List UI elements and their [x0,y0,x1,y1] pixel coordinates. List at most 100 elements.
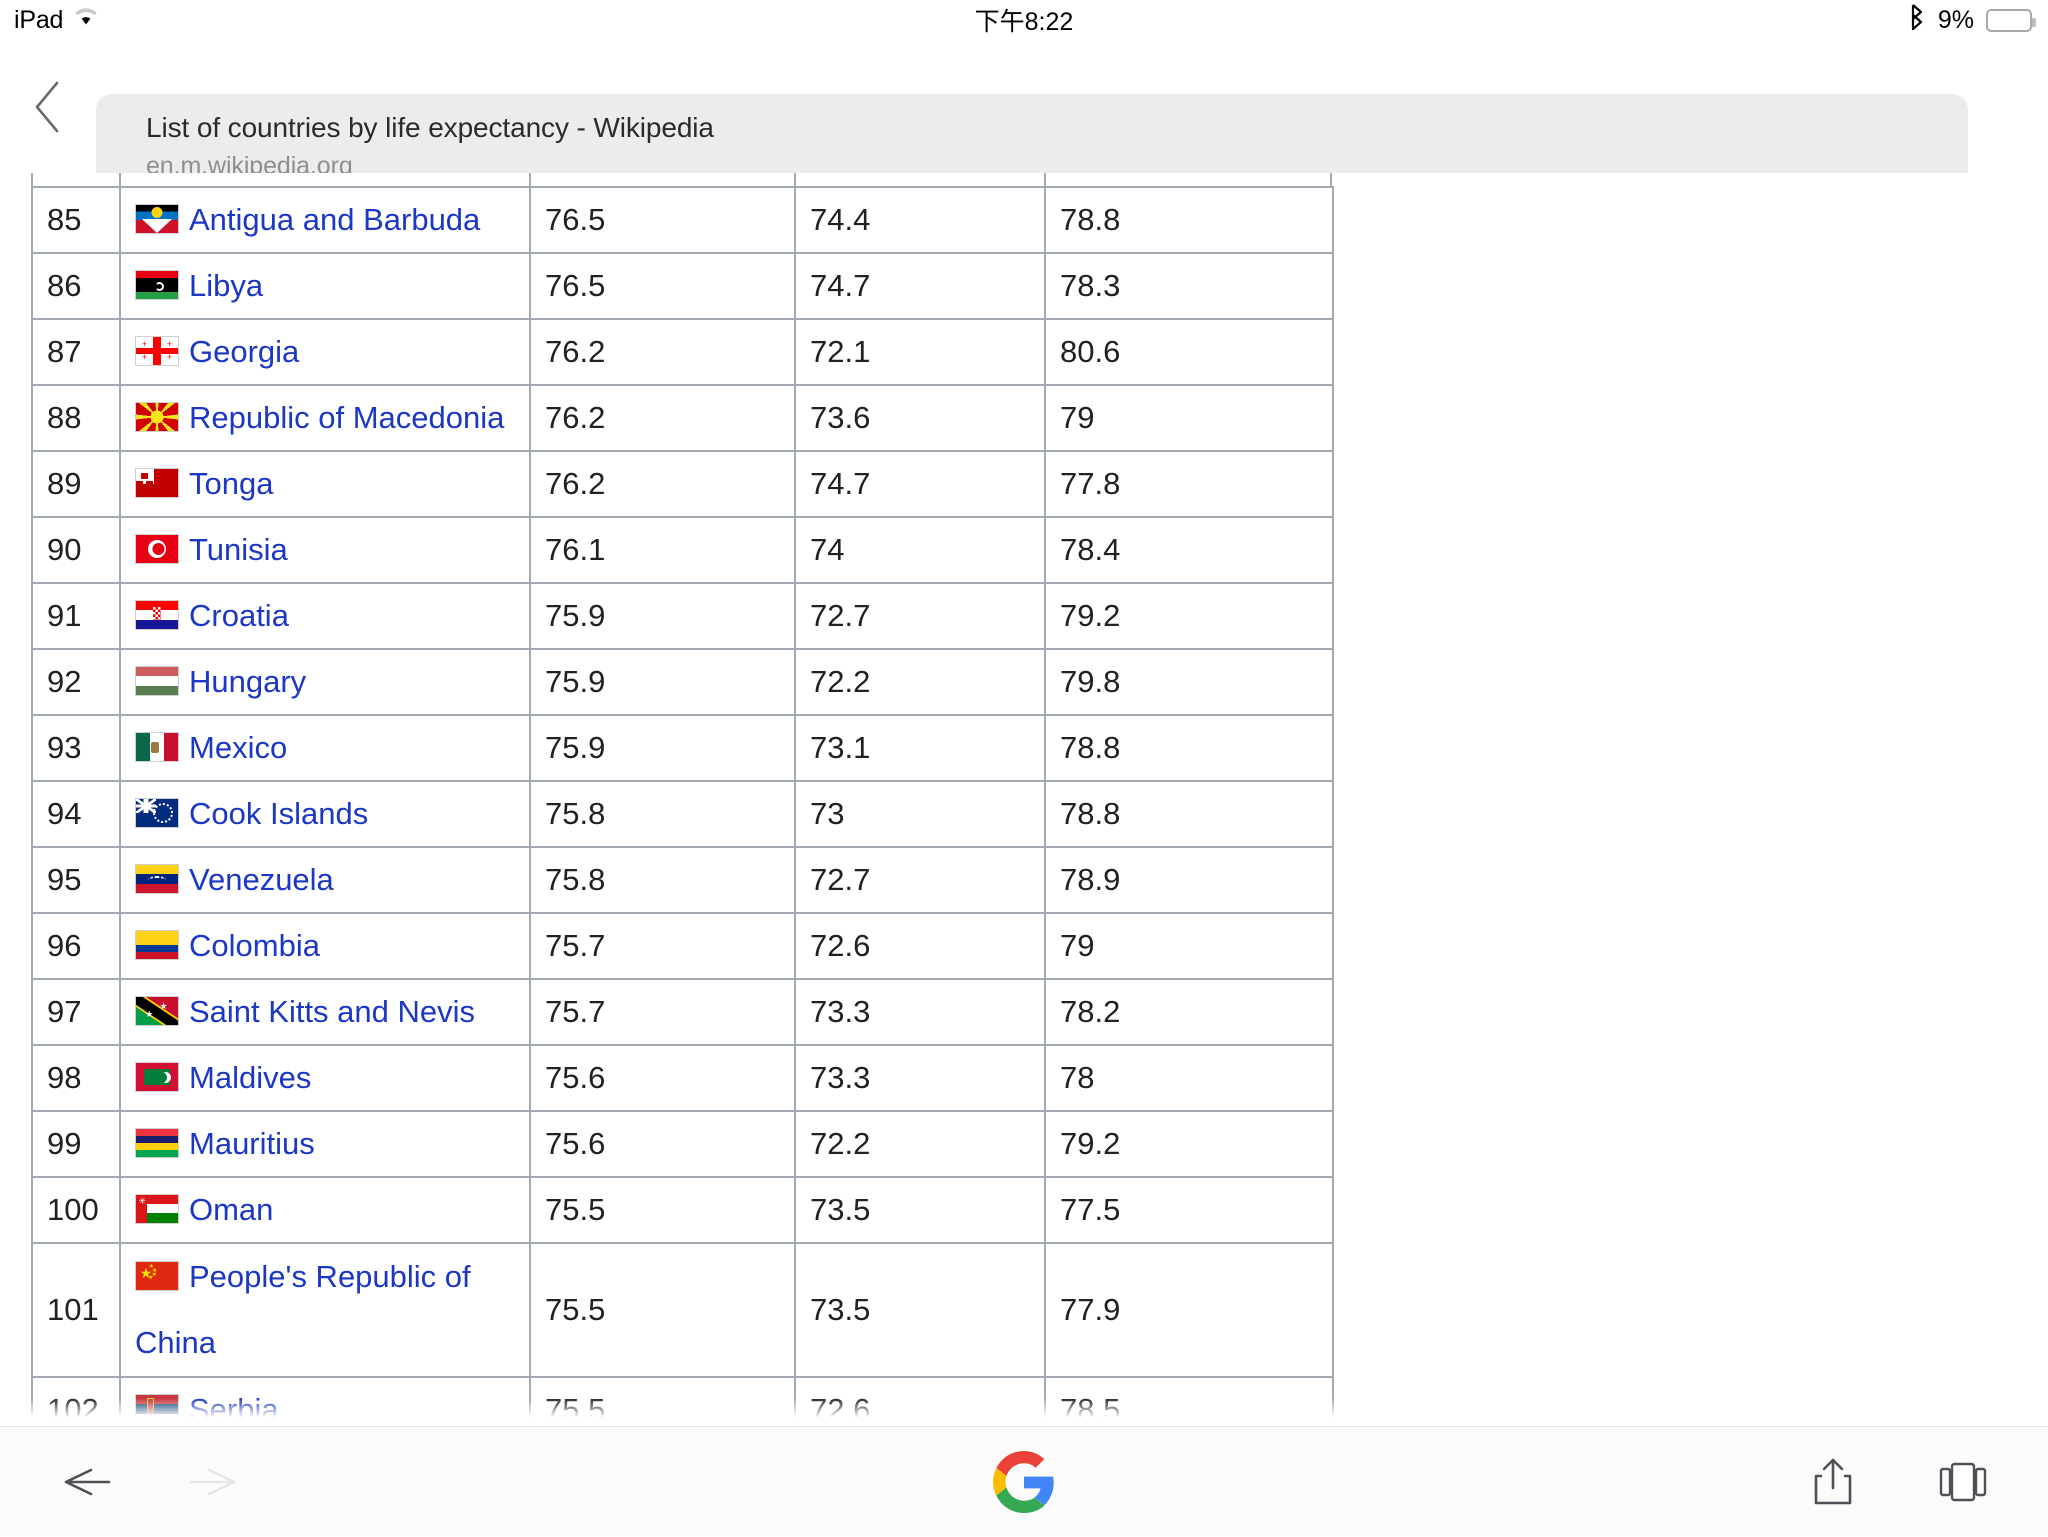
webpage-content[interactable]: 85Antigua and Barbuda76.574.478.886Libya… [0,173,2048,1426]
cell-country[interactable]: Venezuela [120,847,530,913]
tabs-button[interactable] [1908,1427,2018,1537]
cell-country[interactable]: ★★★★★People's Republic of China [120,1243,530,1377]
country-link[interactable]: Mauritius [189,1126,315,1161]
browser-back-button[interactable] [30,1427,140,1537]
cell-all: 76.5 [530,187,795,253]
cell-country[interactable]: Libya [120,253,530,319]
chevron-left-icon [31,79,65,135]
life-expectancy-table[interactable]: 85Antigua and Barbuda76.574.478.886Libya… [31,186,1334,1426]
flag-china-icon: ★★★★★ [135,1261,179,1291]
browser-forward-button[interactable] [160,1427,270,1537]
cell-country[interactable]: Tonga [120,451,530,517]
app-back-button[interactable] [0,40,96,173]
country-link[interactable]: Maldives [189,1060,311,1095]
cell-male: 73.3 [795,1045,1045,1111]
cell-female: 78.9 [1045,847,1333,913]
cell-country[interactable]: ★★ Saint Kitts and Nevis [120,979,530,1045]
battery-percent-label: 9% [1938,6,1974,35]
country-link[interactable]: Cook Islands [189,796,368,831]
table-row: 89Tonga76.274.777.8 [32,451,1333,517]
cell-female: 79 [1045,913,1333,979]
country-link[interactable]: People's Republic of China [135,1259,471,1360]
share-button[interactable] [1778,1427,1888,1537]
cell-male: 74.4 [795,187,1045,253]
cell-country[interactable]: ✳ Oman [120,1177,530,1243]
country-link[interactable]: Colombia [189,928,320,963]
bottom-toolbar [0,1426,2048,1536]
table-row: 100✳Oman75.573.577.5 [32,1177,1333,1243]
cell-all: 75.7 [530,979,795,1045]
country-link[interactable]: Georgia [189,334,299,369]
cell-country[interactable]: Republic of Macedonia [120,385,530,451]
cell-rank: 99 [32,1111,120,1177]
table-row: 99Mauritius75.672.279.2 [32,1111,1333,1177]
bluetooth-icon [1908,3,1926,38]
cell-country[interactable]: Cook Islands [120,781,530,847]
cell-country[interactable]: Colombia [120,913,530,979]
cell-male: 72.2 [795,649,1045,715]
flag-cook-islands-icon [135,798,179,828]
arrow-right-icon [187,1465,243,1499]
flag-tonga-icon [135,468,179,498]
cell-male: 72.6 [795,913,1045,979]
cell-country[interactable]: ++++ Georgia [120,319,530,385]
cell-country[interactable]: Antigua and Barbuda [120,187,530,253]
cell-all: 75.5 [530,1243,795,1377]
flag-republic-of-macedonia-icon [135,402,179,432]
country-link[interactable]: Tunisia [189,532,288,567]
country-link[interactable]: Republic of Macedonia [189,400,504,435]
country-link[interactable]: Venezuela [189,862,334,897]
cell-male: 73.5 [795,1243,1045,1377]
country-link[interactable]: Mexico [189,730,287,765]
cell-country[interactable]: Mauritius [120,1111,530,1177]
flag-oman-icon: ✳ [135,1194,179,1224]
status-bar-clock: 下午8:22 [0,0,2048,40]
cell-all: 75.9 [530,715,795,781]
cell-male: 73.3 [795,979,1045,1045]
cell-female: 77.8 [1045,451,1333,517]
cell-rank: 100 [32,1177,120,1243]
country-link[interactable]: Croatia [189,598,289,633]
google-logo-icon [993,1451,1055,1513]
cell-female: 78 [1045,1045,1333,1111]
country-link[interactable]: Libya [189,268,263,303]
cell-all: 75.8 [530,781,795,847]
tabs-icon [1938,1460,1988,1504]
cell-country[interactable]: Tunisia [120,517,530,583]
country-link[interactable]: Saint Kitts and Nevis [189,994,475,1029]
flag-hungary-icon [135,666,179,696]
cell-all: 75.9 [530,649,795,715]
flag-libya-icon [135,270,179,300]
arrow-left-icon [57,1465,113,1499]
cell-rank: 87 [32,319,120,385]
cell-male: 74.7 [795,451,1045,517]
cell-all: 75.5 [530,1177,795,1243]
google-search-button[interactable] [959,1427,1089,1537]
country-link[interactable]: Tonga [189,466,273,501]
table-row: 90Tunisia76.17478.4 [32,517,1333,583]
flag-saint-kitts-and-nevis-icon: ★★ [135,996,179,1026]
table-row: 88Republic of Macedonia76.273.679 [32,385,1333,451]
flag-georgia-icon: ++++ [135,336,179,366]
cell-rank: 93 [32,715,120,781]
table-row: 97★★Saint Kitts and Nevis75.773.378.2 [32,979,1333,1045]
country-link[interactable]: Antigua and Barbuda [189,202,480,237]
cell-country[interactable]: Maldives [120,1045,530,1111]
cell-male: 73.1 [795,715,1045,781]
country-link[interactable]: Hungary [189,664,306,699]
cell-country[interactable]: Mexico [120,715,530,781]
flag-colombia-icon [135,930,179,960]
cell-all: 75.7 [530,913,795,979]
flag-maldives-icon [135,1062,179,1092]
table-row: 95Venezuela75.872.778.9 [32,847,1333,913]
country-link[interactable]: Oman [189,1192,273,1227]
cell-country[interactable]: Hungary [120,649,530,715]
flag-croatia-icon [135,600,179,630]
cell-female: 79.8 [1045,649,1333,715]
cell-female: 77.5 [1045,1177,1333,1243]
cell-rank: 94 [32,781,120,847]
table-row: 87++++Georgia76.272.180.6 [32,319,1333,385]
cell-rank: 91 [32,583,120,649]
share-icon [1810,1456,1856,1508]
cell-country[interactable]: Croatia [120,583,530,649]
